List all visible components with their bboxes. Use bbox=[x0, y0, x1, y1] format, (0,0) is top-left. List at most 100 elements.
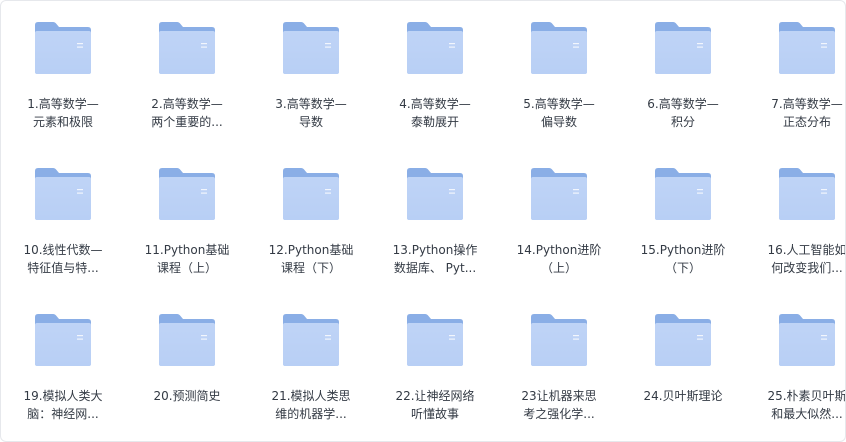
folder-label: 20.预测简史 bbox=[135, 387, 239, 405]
folder-name-line2: 特征值与特... bbox=[27, 261, 99, 275]
folder-label: 2.高等数学— 两个重要的... bbox=[135, 95, 239, 131]
folder-item[interactable]: 13.Python操作 数据库、 Pyt... bbox=[383, 167, 487, 277]
folder-name-line2: 课程（下） bbox=[280, 261, 341, 275]
folder-icon bbox=[529, 167, 589, 221]
folder-icon bbox=[281, 167, 341, 221]
folder-icon bbox=[33, 21, 93, 75]
folder-name-line1: 11.Python基础 bbox=[144, 243, 230, 257]
folder-name-line1: 2.高等数学— bbox=[151, 97, 223, 111]
folder-name-line2: 脑：神经网... bbox=[27, 407, 99, 421]
folder-item[interactable]: 11.Python基础 课程（上） bbox=[135, 167, 239, 277]
folder-label: 10.线性代数— 特征值与特... bbox=[11, 241, 115, 277]
folder-name-line2: 偏导数 bbox=[540, 115, 577, 129]
folder-icon bbox=[405, 21, 465, 75]
folder-name-line2: 元素和极限 bbox=[32, 115, 93, 129]
folder-name-line1: 1.高等数学— bbox=[27, 97, 99, 111]
folder-name-line1: 19.模拟人类大 bbox=[23, 389, 103, 403]
folder-name-line2: 导数 bbox=[298, 115, 323, 129]
folder-label: 12.Python基础 课程（下） bbox=[259, 241, 363, 277]
folder-icon bbox=[33, 313, 93, 367]
folder-label: 25.朴素贝叶斯 和最大似然... bbox=[755, 387, 845, 423]
folder-icon bbox=[777, 167, 837, 221]
file-browser-window: 1.高等数学— 元素和极限 2.高等数学— 两个重要的... 3.高等数学— 导数 4.高等… bbox=[0, 0, 846, 442]
folder-name-line2: 和最大似然... bbox=[771, 407, 843, 421]
folder-name-line1: 22.让神经网络 bbox=[395, 389, 475, 403]
folder-icon bbox=[157, 167, 217, 221]
folder-icon bbox=[777, 21, 837, 75]
folder-icon bbox=[529, 21, 589, 75]
folder-name-line1: 10.线性代数— bbox=[23, 243, 103, 257]
folder-item[interactable]: 4.高等数学— 泰勒展开 bbox=[383, 21, 487, 131]
folder-icon bbox=[281, 313, 341, 367]
folder-name-line2: 听懂故事 bbox=[410, 407, 459, 421]
folder-item[interactable]: 12.Python基础 课程（下） bbox=[259, 167, 363, 277]
folder-icon bbox=[157, 21, 217, 75]
folder-name-line2: 正态分布 bbox=[782, 115, 831, 129]
folder-item[interactable]: 23让机器来思 考之强化学... bbox=[507, 313, 611, 423]
folder-name-line2: 两个重要的... bbox=[151, 115, 223, 129]
folder-name-line2: （下） bbox=[664, 261, 701, 275]
folder-name-line1: 7.高等数学— bbox=[771, 97, 843, 111]
folder-label: 1.高等数学— 元素和极限 bbox=[11, 95, 115, 131]
folder-label: 5.高等数学— 偏导数 bbox=[507, 95, 611, 131]
folder-item[interactable]: 16.人工智能如 何改变我们... bbox=[755, 167, 846, 277]
folder-name-line2: 积分 bbox=[670, 115, 695, 129]
folder-item[interactable]: 15.Python进阶 （下） bbox=[631, 167, 735, 277]
folder-name-line1: 20.预测简史 bbox=[153, 389, 221, 403]
folder-item[interactable]: 6.高等数学— 积分 bbox=[631, 21, 735, 131]
folder-item[interactable]: 21.模拟人类思 维的机器学... bbox=[259, 313, 363, 423]
folder-item[interactable]: 25.朴素贝叶斯 和最大似然... bbox=[755, 313, 845, 423]
folder-name-line1: 13.Python操作 bbox=[392, 243, 478, 257]
folder-name-line1: 14.Python进阶 bbox=[516, 243, 602, 257]
folder-item[interactable]: 2.高等数学— 两个重要的... bbox=[135, 21, 239, 131]
folder-item[interactable]: 24.贝叶斯理论 bbox=[631, 313, 735, 405]
folder-name-line2: 课程（上） bbox=[156, 261, 217, 275]
folder-name-line1: 16.人工智能如 bbox=[767, 243, 846, 257]
folder-name-line2: 数据库、 Pyt... bbox=[393, 261, 477, 275]
folder-name-line1: 23让机器来思 bbox=[521, 389, 597, 403]
folder-name-line1: 12.Python基础 bbox=[268, 243, 354, 257]
folder-name-line2: 考之强化学... bbox=[523, 407, 595, 421]
folder-item[interactable]: 20.预测简史 bbox=[135, 313, 239, 405]
folder-name-line2: 泰勒展开 bbox=[410, 115, 459, 129]
folder-name-line1: 24.贝叶斯理论 bbox=[643, 389, 723, 403]
folder-name-line1: 6.高等数学— bbox=[647, 97, 719, 111]
folder-name-line1: 15.Python进阶 bbox=[640, 243, 726, 257]
folder-icon bbox=[33, 167, 93, 221]
folder-item[interactable]: 5.高等数学— 偏导数 bbox=[507, 21, 611, 131]
folder-icon bbox=[653, 313, 713, 367]
folder-label: 24.贝叶斯理论 bbox=[631, 387, 735, 405]
folder-item[interactable]: 7.高等数学— 正态分布 bbox=[755, 21, 845, 131]
folder-item[interactable]: 22.让神经网络 听懂故事 bbox=[383, 313, 487, 423]
folder-icon bbox=[405, 313, 465, 367]
folder-label: 22.让神经网络 听懂故事 bbox=[383, 387, 487, 423]
folder-name-line2: 维的机器学... bbox=[275, 407, 347, 421]
folder-icon bbox=[529, 313, 589, 367]
folder-label: 23让机器来思 考之强化学... bbox=[507, 387, 611, 423]
folder-item[interactable]: 3.高等数学— 导数 bbox=[259, 21, 363, 131]
folder-icon bbox=[777, 313, 837, 367]
folder-label: 14.Python进阶 （上） bbox=[507, 241, 611, 277]
folder-label: 21.模拟人类思 维的机器学... bbox=[259, 387, 363, 423]
folder-icon bbox=[653, 21, 713, 75]
folder-name-line2: （上） bbox=[540, 261, 577, 275]
folder-label: 7.高等数学— 正态分布 bbox=[755, 95, 845, 131]
folder-item[interactable]: 14.Python进阶 （上） bbox=[507, 167, 611, 277]
folder-name-line1: 3.高等数学— bbox=[275, 97, 347, 111]
folder-label: 3.高等数学— 导数 bbox=[259, 95, 363, 131]
folder-icon bbox=[405, 167, 465, 221]
folder-item[interactable]: 10.线性代数— 特征值与特... bbox=[11, 167, 115, 277]
folder-label: 13.Python操作 数据库、 Pyt... bbox=[383, 241, 487, 277]
folder-icon bbox=[281, 21, 341, 75]
folder-icon bbox=[157, 313, 217, 367]
folder-label: 15.Python进阶 （下） bbox=[631, 241, 735, 277]
folder-item[interactable]: 19.模拟人类大 脑：神经网... bbox=[11, 313, 115, 423]
folder-item[interactable]: 1.高等数学— 元素和极限 bbox=[11, 21, 115, 131]
folder-name-line2: 何改变我们... bbox=[771, 261, 843, 275]
folder-name-line1: 4.高等数学— bbox=[399, 97, 471, 111]
folder-label: 16.人工智能如 何改变我们... bbox=[755, 241, 846, 277]
folder-label: 6.高等数学— 积分 bbox=[631, 95, 735, 131]
folder-label: 11.Python基础 课程（上） bbox=[135, 241, 239, 277]
folder-label: 4.高等数学— 泰勒展开 bbox=[383, 95, 487, 131]
folder-label: 19.模拟人类大 脑：神经网... bbox=[11, 387, 115, 423]
